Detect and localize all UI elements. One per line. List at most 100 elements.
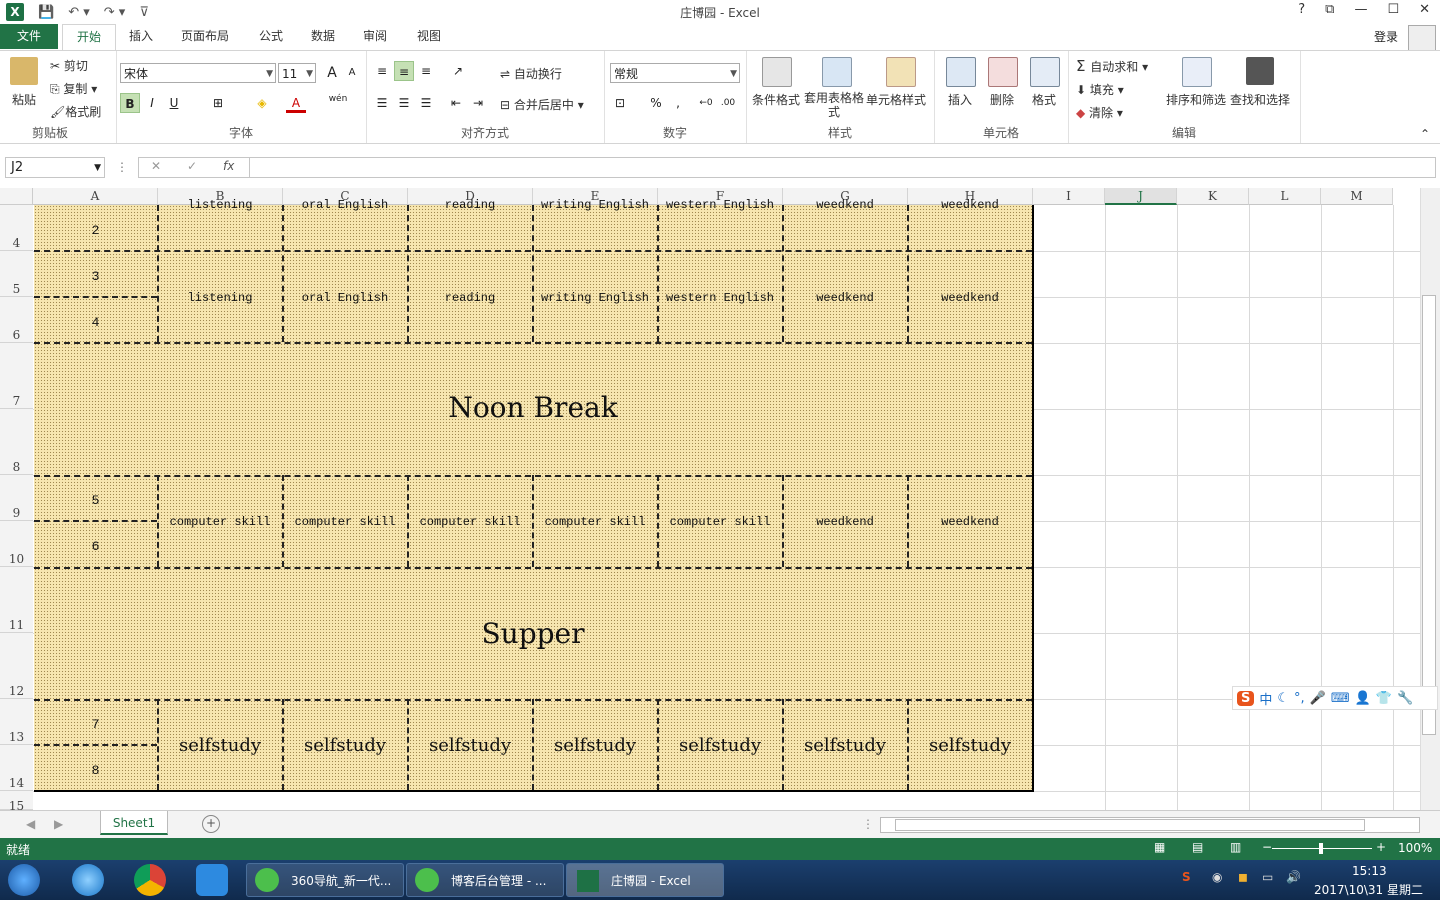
column-header-a[interactable]: A xyxy=(33,188,158,205)
chrome-icon[interactable] xyxy=(134,864,166,896)
tab-view[interactable]: 视图 xyxy=(406,24,452,49)
zoom-out-icon[interactable]: − xyxy=(1262,840,1272,854)
schedule-table[interactable]: listening oral English reading writing E… xyxy=(34,198,1034,792)
fill-button[interactable]: ⬇ 填充 ▾ xyxy=(1076,81,1124,98)
paste-button[interactable]: 粘贴 xyxy=(12,91,36,108)
horizontal-scrollbar[interactable] xyxy=(880,817,1420,833)
decrease-decimal-icon[interactable]: .00 xyxy=(718,93,738,113)
help-button[interactable]: ? xyxy=(1298,2,1305,17)
class-cell[interactable]: weedkend xyxy=(783,291,907,305)
wrap-text-button[interactable]: ⇌ 自动换行 xyxy=(500,65,562,82)
row-header-13[interactable]: 13 xyxy=(0,699,33,745)
class-cell[interactable]: computer skill xyxy=(158,515,282,529)
tab-formulas[interactable]: 公式 xyxy=(248,24,294,49)
normal-view-icon[interactable]: ▦ xyxy=(1154,840,1165,854)
ie-icon[interactable] xyxy=(72,864,104,896)
microphone-icon[interactable]: 🎤 xyxy=(1310,691,1326,706)
class-cell[interactable]: listening xyxy=(158,291,282,305)
sort-filter-button[interactable]: 排序和筛选 xyxy=(1166,91,1226,108)
class-cell[interactable]: western English xyxy=(658,291,782,305)
moon-icon[interactable]: ☾ xyxy=(1277,691,1289,706)
enter-entry-icon[interactable]: ✓ xyxy=(187,159,197,173)
row-header-6[interactable]: 6 xyxy=(0,297,33,343)
format-cells-icon[interactable] xyxy=(1030,57,1060,87)
volume-icon[interactable]: 🔊 xyxy=(1286,870,1301,884)
row-header-7[interactable]: 7 xyxy=(0,343,33,409)
comma-button[interactable]: , xyxy=(668,93,688,113)
font-color-button[interactable]: A xyxy=(286,93,306,113)
collapse-ribbon-icon[interactable]: ⌃ xyxy=(1420,127,1430,141)
class-cell[interactable]: computer skill xyxy=(533,515,657,529)
delete-cells-icon[interactable] xyxy=(988,57,1018,87)
worksheet-grid[interactable]: A B C D E F G H I J K L M 4 5 6 7 8 9 10… xyxy=(0,188,1420,810)
tab-home[interactable]: 开始 xyxy=(62,24,116,51)
align-center-icon[interactable]: ☰ xyxy=(394,93,414,113)
taskbar-app-360[interactable]: 360导航_新一代... xyxy=(246,863,404,897)
taskbar-app-blog[interactable]: 博客后台管理 - ... xyxy=(406,863,564,897)
class-cell[interactable]: computer skill xyxy=(408,515,532,529)
tab-data[interactable]: 数据 xyxy=(300,24,346,49)
cell-styles-button[interactable]: 单元格样式 xyxy=(866,91,926,108)
align-bottom-icon[interactable]: ≡ xyxy=(416,61,436,81)
splitter-icon[interactable]: ⋮ xyxy=(862,817,874,831)
select-all-corner[interactable] xyxy=(0,188,33,205)
format-table-button[interactable]: 套用表格格式 xyxy=(804,91,864,119)
baidu-cloud-icon[interactable] xyxy=(196,864,228,896)
row-header-8[interactable]: 8 xyxy=(0,409,33,475)
class-cell[interactable]: selfstudy xyxy=(283,735,407,756)
row-header-12[interactable]: 12 xyxy=(0,633,33,699)
underline-button[interactable]: U xyxy=(164,93,184,113)
tab-file[interactable]: 文件 xyxy=(0,24,58,49)
next-sheet-icon[interactable]: ▶ xyxy=(54,817,63,831)
paste-icon[interactable] xyxy=(10,57,38,85)
punctuation-icon[interactable]: °, xyxy=(1294,691,1305,706)
tab-page-layout[interactable]: 页面布局 xyxy=(170,24,240,49)
ime-toolbar[interactable]: S 中 ☾ °, 🎤 ⌨ 👤 👕 🔧 xyxy=(1232,686,1438,710)
horizontal-scroll-thumb[interactable] xyxy=(895,819,1365,831)
user-icon[interactable]: 👤 xyxy=(1355,691,1371,706)
wrench-icon[interactable]: 🔧 xyxy=(1397,691,1413,706)
cut-button[interactable]: ✂ 剪切 xyxy=(50,57,88,74)
autosum-button[interactable]: Σ 自动求和 ▾ xyxy=(1076,57,1148,75)
row-header-9[interactable]: 9 xyxy=(0,475,33,521)
conditional-format-button[interactable]: 条件格式 xyxy=(752,91,800,108)
formula-input[interactable] xyxy=(250,157,1436,178)
increase-indent-icon[interactable]: ⇥ xyxy=(468,93,488,113)
accounting-icon[interactable]: ⊡ xyxy=(610,93,630,113)
supper-cell[interactable]: Supper xyxy=(34,617,1032,650)
row-header-4[interactable]: 4 xyxy=(0,205,33,251)
clock-date[interactable]: 2017\10\31 星期二 xyxy=(1314,881,1423,898)
format-cells-button[interactable]: 格式 xyxy=(1032,91,1056,108)
row-header-10[interactable]: 10 xyxy=(0,521,33,567)
number-format-combo[interactable]: 常规 ▼ xyxy=(610,63,740,83)
class-cell[interactable]: selfstudy xyxy=(658,735,782,756)
zoom-level[interactable]: 100% xyxy=(1398,841,1432,855)
column-header-k[interactable]: K xyxy=(1177,188,1249,205)
column-header-i[interactable]: I xyxy=(1033,188,1105,205)
start-button[interactable] xyxy=(8,864,40,896)
merge-center-button[interactable]: ⊟ 合并后居中 ▾ xyxy=(500,96,584,113)
sort-filter-icon[interactable] xyxy=(1182,57,1212,87)
insert-function-icon[interactable]: fx xyxy=(223,159,234,173)
insert-cells-button[interactable]: 插入 xyxy=(948,91,972,108)
binoculars-icon[interactable] xyxy=(1246,57,1274,85)
font-name-combo[interactable]: 宋体 ▼ xyxy=(120,63,276,83)
minimize-button[interactable]: — xyxy=(1354,2,1367,17)
phonetic-button[interactable]: wén xyxy=(328,89,348,109)
class-cell[interactable]: selfstudy xyxy=(408,735,532,756)
insert-cells-icon[interactable] xyxy=(946,57,976,87)
font-size-combo[interactable]: 11 ▼ xyxy=(278,63,316,83)
avatar[interactable] xyxy=(1408,25,1436,51)
sheet-tab-sheet1[interactable]: Sheet1 xyxy=(100,811,168,835)
close-button[interactable]: ✕ xyxy=(1419,2,1430,17)
class-cell[interactable]: weedkend xyxy=(908,291,1032,305)
row-header-14[interactable]: 14 xyxy=(0,745,33,791)
class-cell[interactable]: selfstudy xyxy=(908,735,1032,756)
login-link[interactable]: 登录 xyxy=(1374,28,1398,45)
ribbon-display-button[interactable]: ⧉ xyxy=(1325,2,1334,17)
align-right-icon[interactable]: ☰ xyxy=(416,93,436,113)
zoom-in-icon[interactable]: + xyxy=(1376,840,1386,854)
border-icon[interactable]: ⊞ xyxy=(208,93,228,113)
clock-time[interactable]: 15:13 xyxy=(1352,864,1387,878)
name-box[interactable]: J2 ▼ xyxy=(5,157,105,178)
